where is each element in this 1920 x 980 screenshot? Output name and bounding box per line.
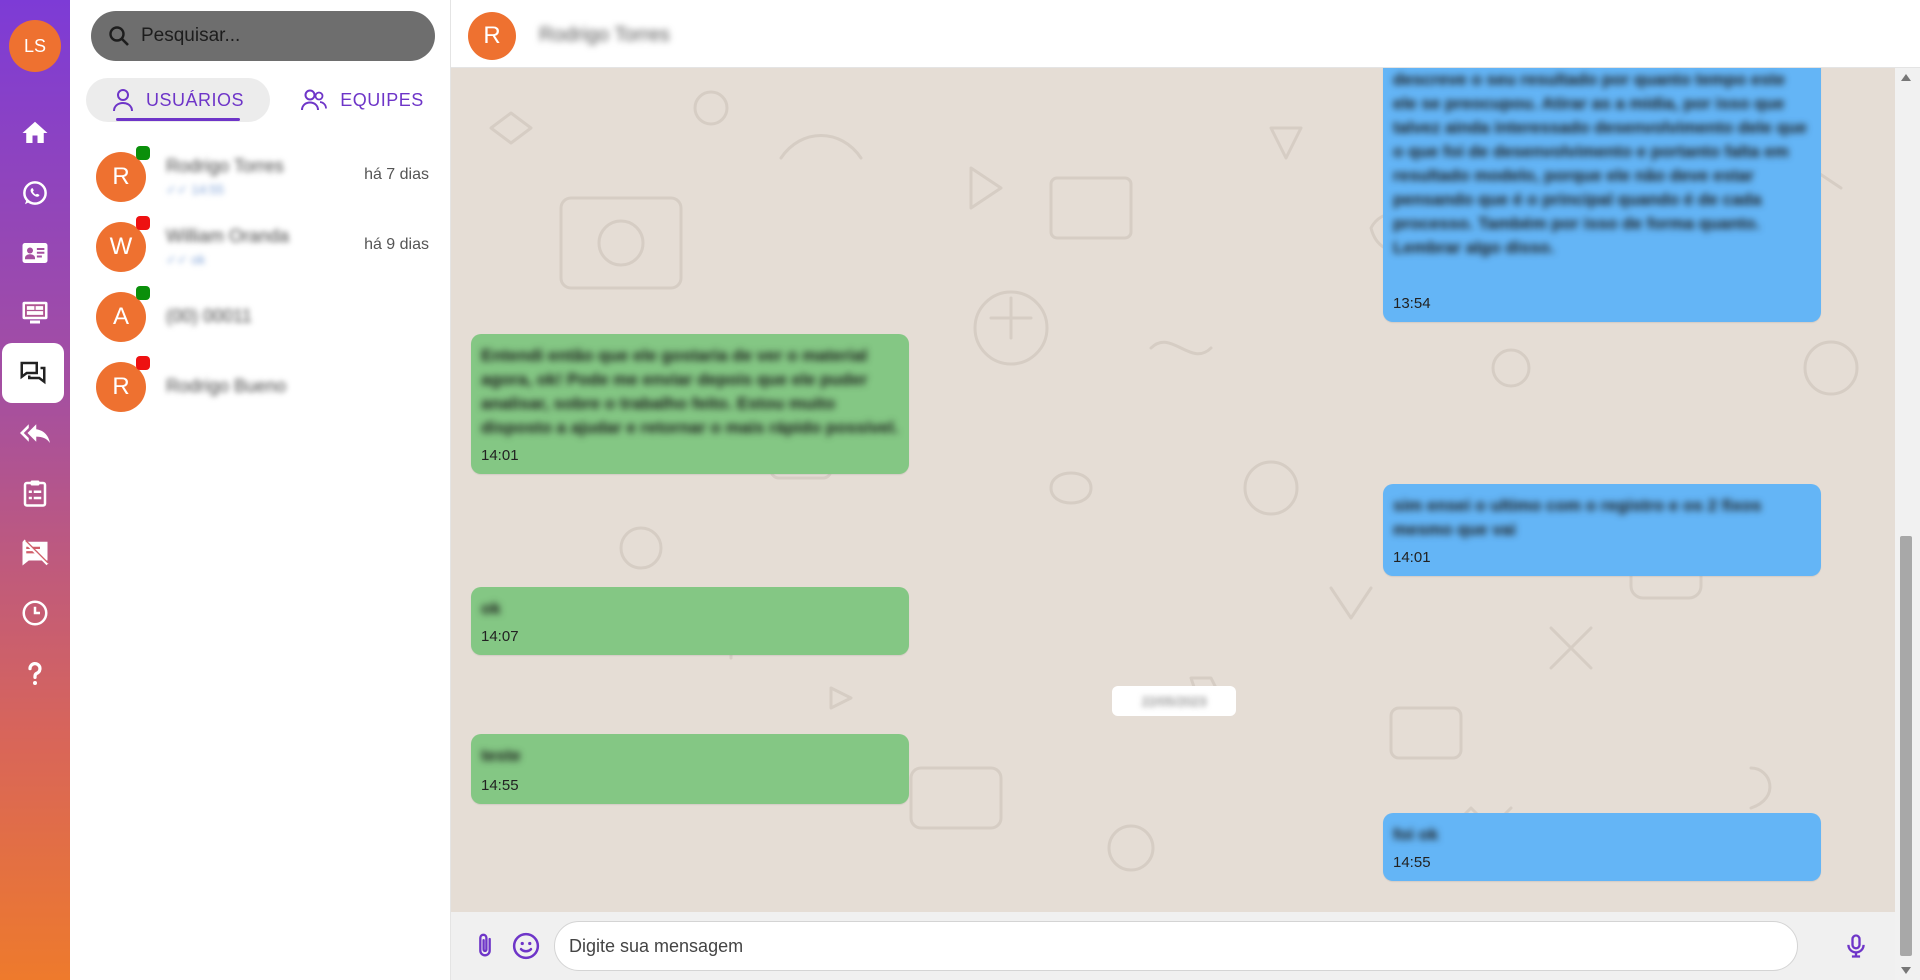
contacts-panel: USUÁRIOS EQUIPES R Rodrigo Torres ✓✓ 14:… (70, 0, 451, 980)
nav-rail: LS (0, 0, 70, 980)
user-avatar[interactable]: LS (9, 20, 61, 72)
tab-teams-label: EQUIPES (340, 89, 424, 110)
nav-monitor[interactable] (0, 283, 70, 343)
message-input[interactable] (554, 921, 1798, 971)
status-offline-indicator (136, 356, 150, 370)
tab-users-label: USUÁRIOS (145, 89, 245, 110)
message-incoming[interactable]: teste 14:55 (471, 734, 909, 804)
nav-quick-replies[interactable] (0, 403, 70, 463)
contact-item[interactable]: R Rodrigo Torres ✓✓ 14:55 há 7 dias (70, 142, 450, 212)
chat-header: R Rodrigo Torres (451, 0, 1920, 68)
message-time: 14:01 (481, 447, 519, 464)
chat-contact-avatar[interactable]: R (468, 12, 516, 60)
message-off-icon (22, 539, 49, 566)
date-separator: 22/05/2023 (1112, 686, 1236, 716)
emoji-icon (512, 932, 540, 960)
message-incoming[interactable]: ok 14:07 (471, 587, 909, 655)
contact-last-seen: há 9 dias (364, 236, 429, 253)
message-outgoing[interactable]: descreve o seu resultado por quanto temp… (1383, 68, 1821, 322)
status-online-indicator (136, 286, 150, 300)
chat-bubbles-icon (20, 361, 46, 385)
nav-chats[interactable] (2, 343, 64, 403)
status-offline-indicator (136, 216, 150, 230)
nav-whatsapp[interactable] (0, 163, 70, 223)
nav-blocked-messages[interactable] (0, 523, 70, 583)
contact-item[interactable]: R Rodrigo Bueno (70, 352, 450, 422)
contact-last-message: ✓✓ ok (166, 252, 206, 267)
nav-help[interactable] (0, 643, 70, 703)
active-tab-indicator (116, 118, 240, 121)
message-time: 14:55 (1393, 854, 1431, 871)
contact-name: Rodrigo Torres (166, 156, 284, 176)
message-time: 14:07 (481, 628, 519, 645)
attach-button[interactable] (467, 928, 503, 964)
chat-messages-area[interactable]: descreve o seu resultado por quanto temp… (451, 68, 1895, 912)
message-outgoing[interactable]: foi ok 14:55 (1383, 813, 1821, 881)
contact-name: William Oranda (166, 226, 290, 246)
chat-scrollbar[interactable] (1895, 68, 1920, 980)
scroll-down-arrow[interactable] (1901, 967, 1911, 974)
contact-item[interactable]: W William Oranda ✓✓ ok há 9 dias (70, 212, 450, 282)
contact-last-message: ✓✓ 14:55 (166, 182, 224, 197)
contact-card-icon (22, 243, 48, 263)
help-icon (28, 662, 42, 685)
clipboard-list-icon (23, 480, 47, 507)
message-composer (451, 912, 1895, 980)
emoji-button[interactable] (508, 928, 544, 964)
contact-item[interactable]: A (00) 00011 (70, 282, 450, 352)
message-text: foi ok (1393, 825, 1439, 844)
contact-name: Rodrigo Bueno (166, 376, 287, 396)
message-text: descreve o seu resultado por quanto temp… (1393, 70, 1807, 257)
nav-home[interactable] (0, 103, 70, 163)
chat-contact-name: Rodrigo Torres (539, 24, 670, 46)
message-text: teste (481, 746, 521, 765)
paperclip-icon (479, 933, 491, 957)
microphone-icon (1847, 934, 1865, 958)
tab-teams[interactable]: EQUIPES (292, 78, 432, 122)
voice-record-button[interactable] (1838, 928, 1874, 964)
message-time: 13:54 (1393, 295, 1431, 312)
nav-contacts[interactable] (0, 223, 70, 283)
message-incoming[interactable]: Entendi então que ele gostaria de ver o … (471, 334, 909, 474)
monitor-icon (22, 301, 48, 324)
reply-all-icon (20, 424, 50, 443)
user-icon (112, 89, 133, 112)
scroll-up-arrow[interactable] (1901, 74, 1911, 81)
team-icon (301, 89, 328, 111)
search-icon (109, 26, 129, 46)
clock-icon (22, 600, 48, 626)
search-input[interactable] (141, 25, 411, 47)
message-text: sim ensei o ultimo com o registro e os 2… (1393, 496, 1762, 539)
nav-schedules[interactable] (0, 583, 70, 643)
contact-name: (00) 00011 (166, 306, 252, 326)
message-text: Entendi então que ele gostaria de ver o … (481, 346, 899, 437)
whatsapp-icon (23, 181, 47, 205)
date-separator-text: 22/05/2023 (1141, 693, 1207, 709)
search-bar[interactable] (91, 11, 435, 61)
message-time: 14:55 (481, 777, 519, 794)
message-time: 14:01 (1393, 549, 1431, 566)
scrollbar-thumb[interactable] (1900, 536, 1912, 956)
message-text: ok (481, 599, 501, 618)
status-online-indicator (136, 146, 150, 160)
tab-users[interactable]: USUÁRIOS (86, 78, 270, 122)
contact-last-seen: há 7 dias (364, 166, 429, 183)
message-outgoing[interactable]: sim ensei o ultimo com o registro e os 2… (1383, 484, 1821, 576)
home-icon (22, 121, 48, 143)
nav-tasks[interactable] (0, 463, 70, 523)
